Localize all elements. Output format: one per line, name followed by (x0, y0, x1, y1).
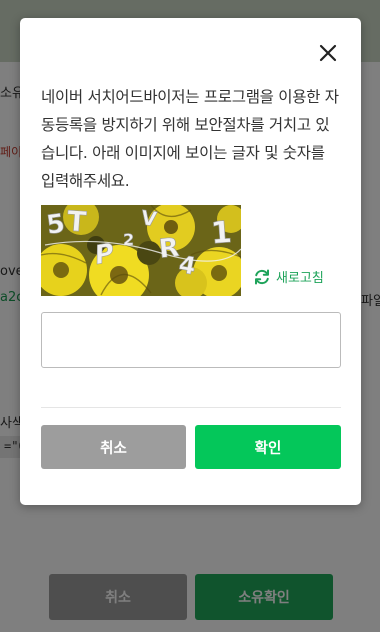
close-icon[interactable] (319, 44, 337, 62)
captcha-char: R (157, 233, 180, 265)
captcha-instructions: 네이버 서치어드바이저는 프로그램을 이용한 자동등록을 방지하기 위해 보안절… (41, 88, 339, 190)
confirm-button[interactable]: 확인 (195, 425, 341, 469)
divider (41, 407, 341, 408)
cancel-button[interactable]: 취소 (41, 425, 186, 469)
captcha-char: T (66, 205, 87, 239)
captcha-answer-input[interactable] (41, 312, 341, 368)
refresh-captcha-button[interactable]: 새로고침 (253, 267, 324, 286)
refresh-icon (253, 268, 271, 286)
refresh-label: 새로고침 (276, 271, 324, 286)
captcha-image: 5 T P 2 V R 4 1 (41, 205, 241, 296)
captcha-dialog: 네이버 서치어드바이저는 프로그램을 이용한 자동등록을 방지하기 위해 보안절… (20, 18, 361, 505)
captcha-char: 1 (210, 215, 233, 251)
